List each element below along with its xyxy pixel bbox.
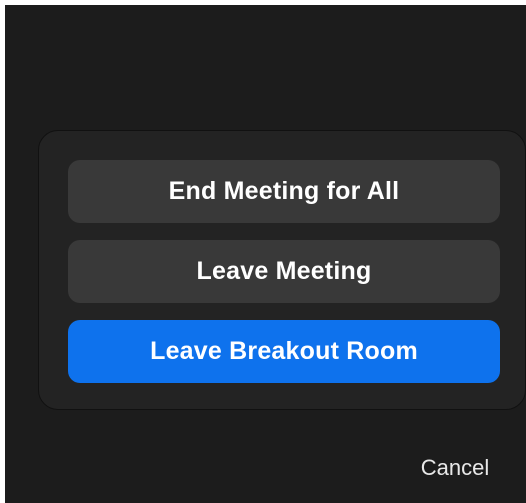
- cancel-button[interactable]: Cancel: [410, 452, 500, 484]
- leave-meeting-button[interactable]: Leave Meeting: [68, 240, 500, 303]
- leave-meeting-screen: End Meeting for All Leave Meeting Leave …: [5, 5, 526, 503]
- end-meeting-for-all-button[interactable]: End Meeting for All: [68, 160, 500, 223]
- leave-breakout-room-button[interactable]: Leave Breakout Room: [68, 320, 500, 383]
- leave-meeting-dialog: End Meeting for All Leave Meeting Leave …: [38, 130, 526, 410]
